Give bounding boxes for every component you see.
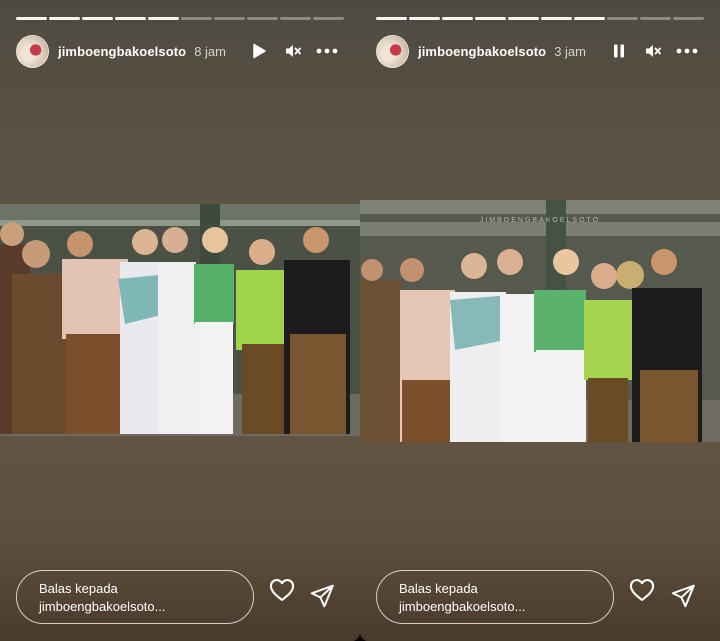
play-icon: [253, 43, 266, 59]
progress-segment: [442, 17, 473, 20]
story-progress-bar: [376, 17, 704, 20]
progress-segment: [673, 17, 704, 20]
progress-segment: [181, 17, 212, 20]
share-button[interactable]: [670, 583, 698, 611]
reply-input[interactable]: Balas kepada jimboengbakoelsoto...: [376, 570, 614, 624]
pause-icon: [614, 44, 624, 58]
progress-segment: [409, 17, 440, 20]
more-options-icon: [316, 48, 338, 54]
group-photo: [360, 200, 720, 442]
mute-button[interactable]: [276, 34, 310, 68]
send-icon: [310, 584, 334, 608]
more-options-icon: [676, 48, 698, 54]
story-photo: JIMBOENGBAKOELSOTO: [360, 200, 720, 442]
play-button[interactable]: [242, 34, 276, 68]
pause-button[interactable]: [602, 34, 636, 68]
progress-segment: [607, 17, 638, 20]
speaker-muted-icon: [286, 45, 301, 57]
story-header: jimboengbakoelsoto 3 jam: [376, 34, 704, 68]
progress-segment: [280, 17, 311, 20]
story-progress-bar: [16, 17, 344, 20]
progress-segment: [640, 17, 671, 20]
username[interactable]: jimboengbakoelsoto: [58, 44, 186, 59]
heart-icon: [269, 579, 295, 601]
like-button[interactable]: [268, 576, 296, 604]
username[interactable]: jimboengbakoelsoto: [418, 44, 546, 59]
story-photo: [0, 204, 360, 436]
heart-icon: [629, 579, 655, 601]
story-viewer-left: jimboengbakoelsoto 8 jam Balas kepada ji…: [0, 0, 360, 641]
mute-button[interactable]: [636, 34, 670, 68]
speaker-muted-icon: [646, 45, 661, 57]
progress-segment: [247, 17, 278, 20]
progress-segment: [574, 17, 605, 20]
progress-segment: [82, 17, 113, 20]
send-icon: [671, 584, 695, 608]
progress-segment: [115, 17, 146, 20]
progress-segment: [49, 17, 80, 20]
post-time: 3 jam: [554, 43, 586, 59]
like-button[interactable]: [628, 576, 656, 604]
avatar[interactable]: [376, 34, 409, 68]
reply-input[interactable]: Balas kepada jimboengbakoelsoto...: [16, 570, 254, 624]
progress-segment: [313, 17, 344, 20]
progress-segment: [214, 17, 245, 20]
progress-segment: [508, 17, 539, 20]
post-time: 8 jam: [194, 43, 226, 59]
avatar[interactable]: [16, 34, 49, 68]
progress-segment: [376, 17, 407, 20]
progress-segment: [148, 17, 179, 20]
more-options-button[interactable]: [670, 34, 704, 68]
share-button[interactable]: [309, 583, 337, 611]
group-photo: [0, 204, 360, 436]
photo-watermark: JIMBOENGBAKOELSOTO: [479, 217, 601, 224]
more-options-button[interactable]: [310, 34, 344, 68]
progress-segment: [475, 17, 506, 20]
progress-segment: [541, 17, 572, 20]
story-header: jimboengbakoelsoto 8 jam: [16, 34, 344, 68]
progress-segment: [16, 17, 47, 20]
story-viewer-right: jimboengbakoelsoto 3 jam JIMBOENGBAKOELS…: [360, 0, 720, 641]
